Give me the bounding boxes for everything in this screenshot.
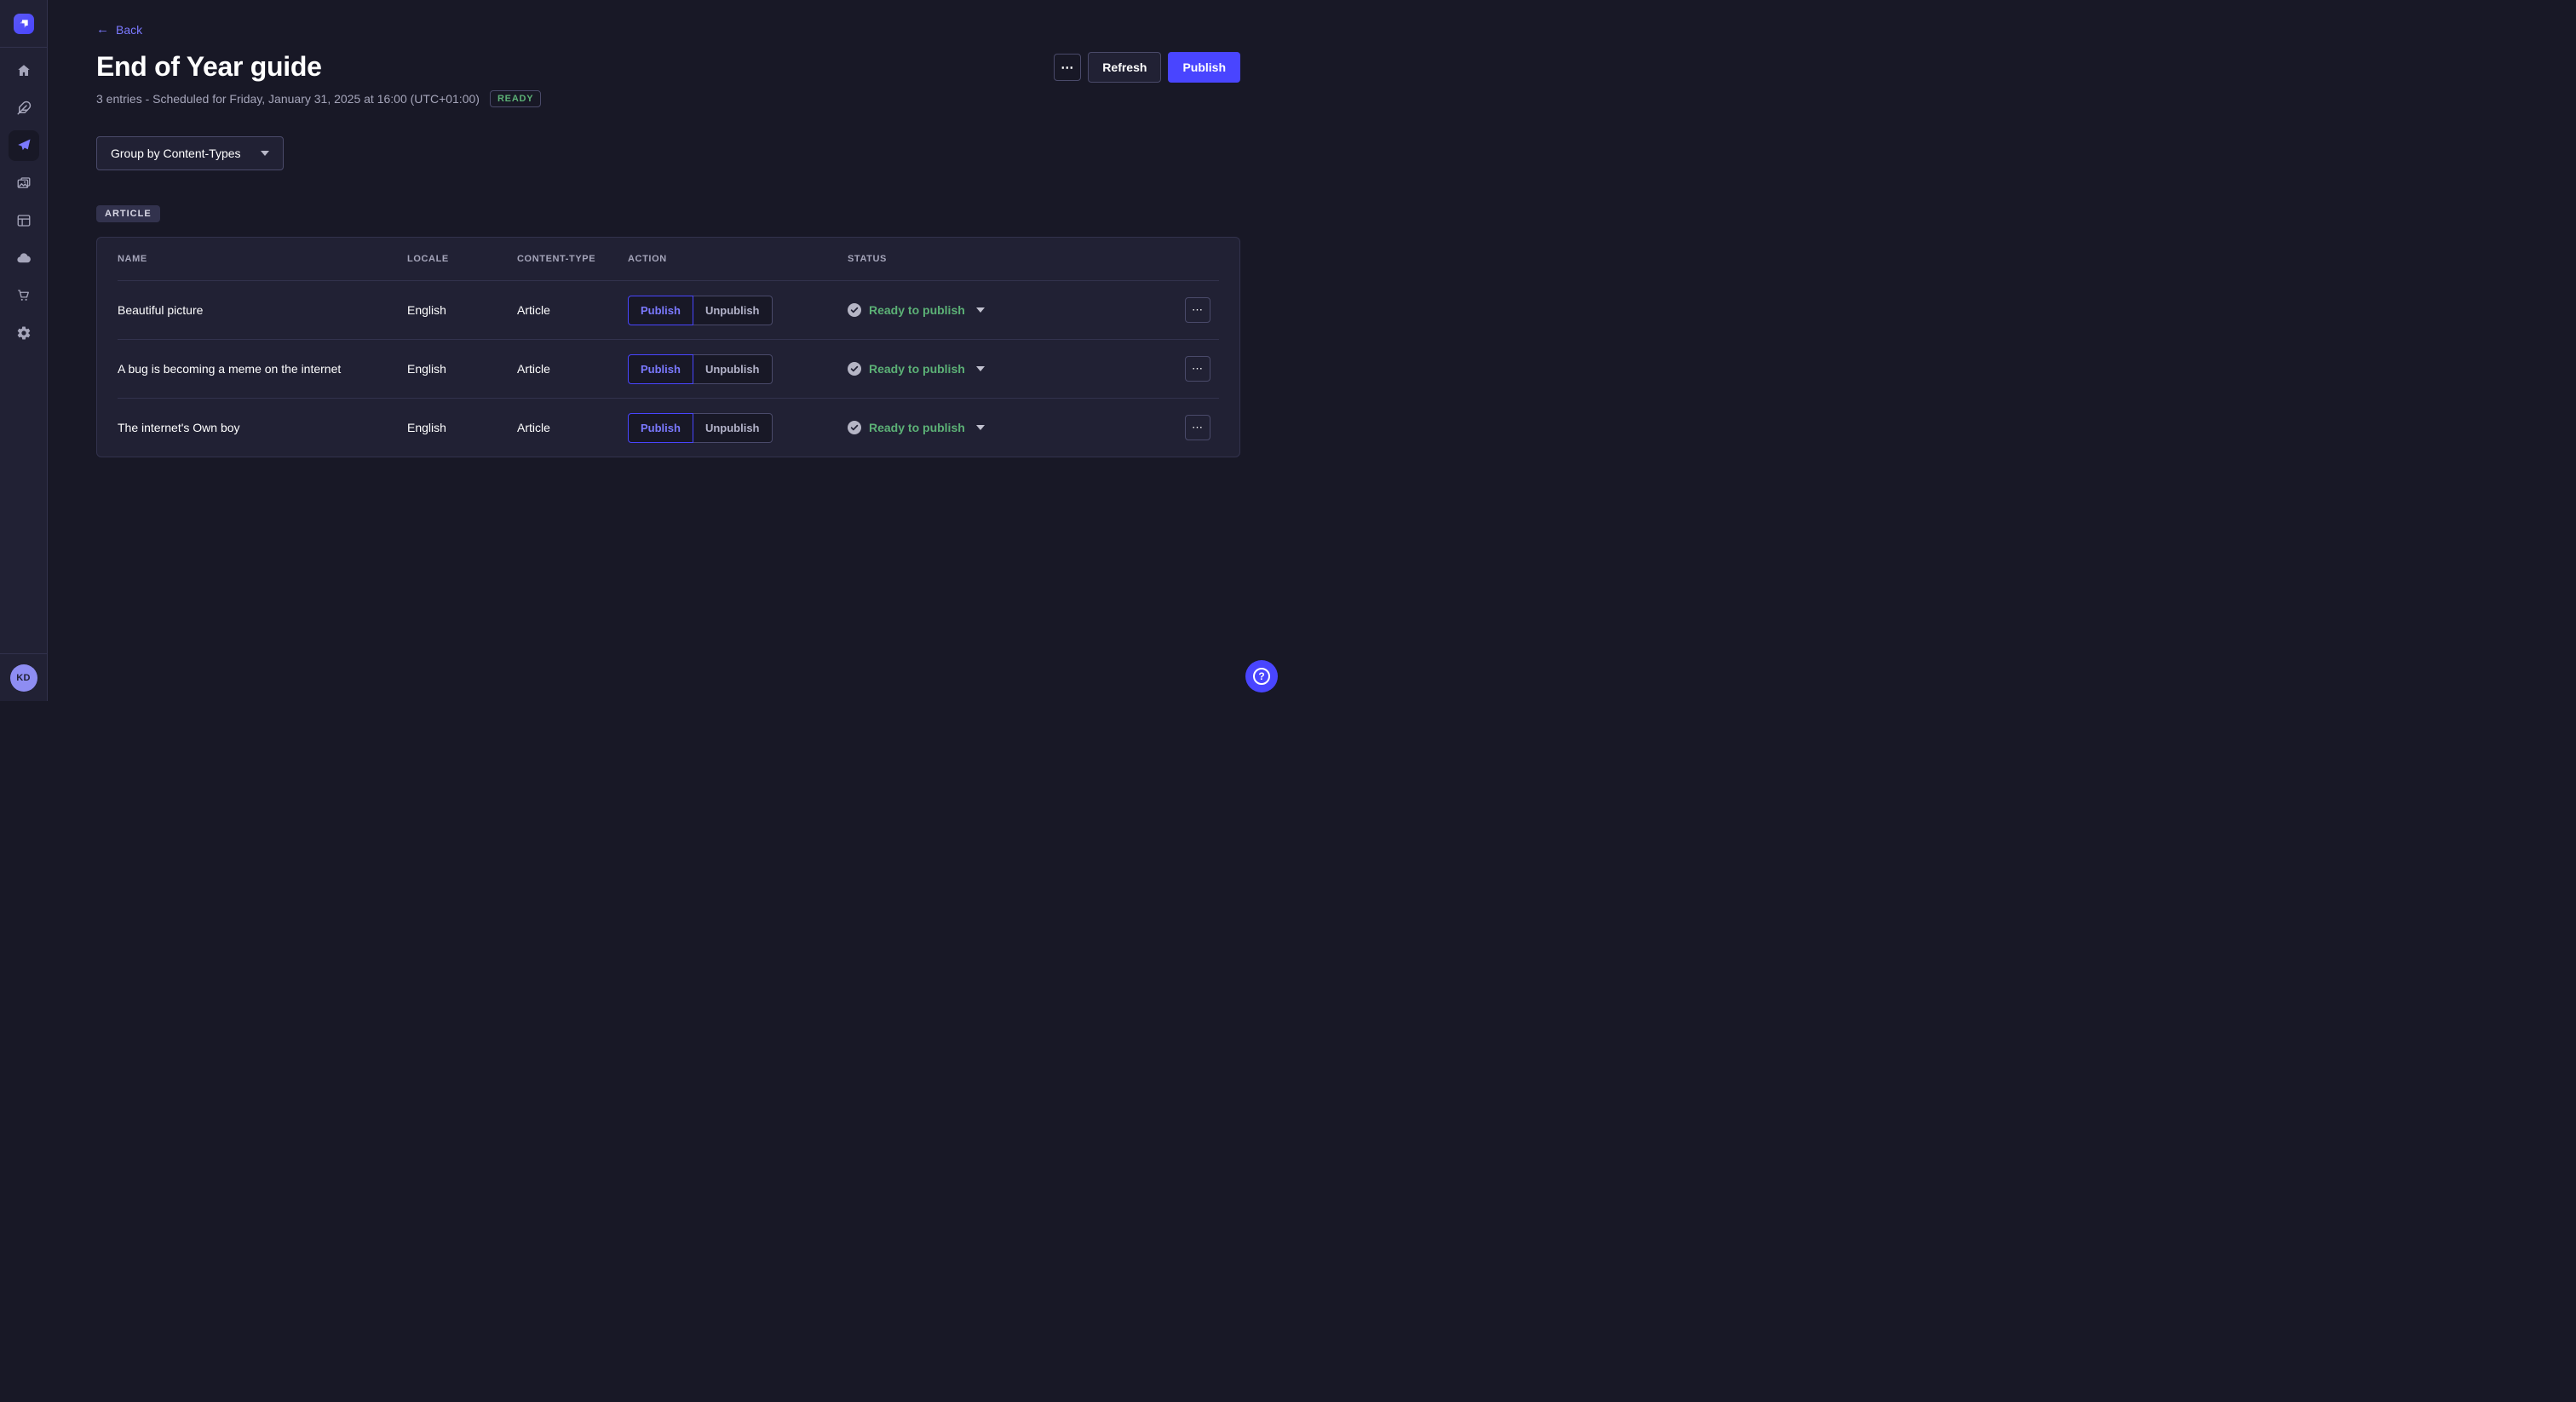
table-row: The internet's Own boy English Article P… xyxy=(118,398,1219,457)
chevron-down-icon xyxy=(976,425,985,430)
release-schedule-subtitle: 3 entries - Scheduled for Friday, Januar… xyxy=(96,92,480,106)
check-circle-icon xyxy=(848,303,861,317)
check-circle-icon xyxy=(848,362,861,376)
column-header-status: STATUS xyxy=(848,254,1185,264)
chevron-down-icon xyxy=(976,366,985,371)
check-circle-icon xyxy=(848,421,861,434)
column-header-name: NAME xyxy=(118,254,407,264)
entry-unpublish-button[interactable]: Unpublish xyxy=(693,413,773,443)
entry-publish-button[interactable]: Publish xyxy=(628,413,693,443)
entry-name: Beautiful picture xyxy=(118,303,407,317)
avatar-container: KD xyxy=(0,653,47,701)
ready-status-badge: READY xyxy=(490,90,542,107)
entry-locale: English xyxy=(407,362,517,376)
page-header: End of Year guide ⋯ Refresh Publish xyxy=(96,51,1240,83)
user-avatar[interactable]: KD xyxy=(10,664,37,692)
feather-icon xyxy=(16,101,32,116)
sidebar-item-content-manager[interactable] xyxy=(9,93,39,124)
back-arrow-icon: ← xyxy=(96,23,109,36)
sidebar-item-home[interactable] xyxy=(9,55,39,86)
gear-icon xyxy=(16,325,32,341)
refresh-button[interactable]: Refresh xyxy=(1088,52,1161,83)
entry-unpublish-button[interactable]: Unpublish xyxy=(693,296,773,325)
entries-table-card: NAME LOCALE CONTENT-TYPE ACTION STATUS B… xyxy=(96,237,1240,457)
content-type-tag: ARTICLE xyxy=(96,205,160,222)
sidebar-item-settings[interactable] xyxy=(9,318,39,348)
entry-status-label: Ready to publish xyxy=(869,421,965,434)
entry-content-type: Article xyxy=(517,303,628,317)
table-row: Beautiful picture English Article Publis… xyxy=(118,280,1219,339)
table-body: Beautiful picture English Article Publis… xyxy=(118,280,1219,457)
entry-status-dropdown[interactable]: Ready to publish xyxy=(848,303,1185,317)
sidebar-item-content-type-builder[interactable] xyxy=(9,205,39,236)
entry-more-button[interactable]: ⋯ xyxy=(1185,356,1210,382)
entry-action-toggle: Publish Unpublish xyxy=(628,354,848,384)
page-title: End of Year guide xyxy=(96,51,322,83)
chevron-down-icon xyxy=(976,307,985,313)
release-more-button[interactable]: ⋯ xyxy=(1054,54,1081,81)
entry-more-button[interactable]: ⋯ xyxy=(1185,297,1210,323)
header-actions: ⋯ Refresh Publish xyxy=(1054,52,1240,83)
logo-container xyxy=(0,0,47,48)
entry-action-toggle: Publish Unpublish xyxy=(628,296,848,325)
entry-publish-button[interactable]: Publish xyxy=(628,354,693,384)
entry-name: A bug is becoming a meme on the internet xyxy=(118,362,407,376)
sidebar-nav xyxy=(9,48,39,355)
sidebar-item-marketplace[interactable] xyxy=(9,280,39,311)
entry-status-label: Ready to publish xyxy=(869,303,965,317)
entry-unpublish-button[interactable]: Unpublish xyxy=(693,354,773,384)
group-by-label: Group by Content-Types xyxy=(111,147,241,160)
column-header-action: ACTION xyxy=(628,254,848,264)
home-icon xyxy=(16,63,32,78)
column-header-content-type: CONTENT-TYPE xyxy=(517,254,628,264)
chevron-down-icon xyxy=(261,151,269,156)
entry-publish-button[interactable]: Publish xyxy=(628,296,693,325)
back-label: Back xyxy=(116,23,142,37)
back-link[interactable]: ← Back xyxy=(96,23,142,37)
strapi-logo-icon[interactable] xyxy=(14,14,34,34)
paper-plane-icon xyxy=(16,138,32,153)
subtitle-row: 3 entries - Scheduled for Friday, Januar… xyxy=(96,90,1240,107)
entry-locale: English xyxy=(407,421,517,434)
entry-content-type: Article xyxy=(517,362,628,376)
entry-content-type: Article xyxy=(517,421,628,434)
entry-action-toggle: Publish Unpublish xyxy=(628,413,848,443)
table-header: NAME LOCALE CONTENT-TYPE ACTION STATUS xyxy=(118,238,1219,280)
sidebar-item-cloud[interactable] xyxy=(9,243,39,273)
group-by-dropdown[interactable]: Group by Content-Types xyxy=(96,136,284,170)
entry-name: The internet's Own boy xyxy=(118,421,407,434)
column-header-locale: LOCALE xyxy=(407,254,517,264)
entry-locale: English xyxy=(407,303,517,317)
table-row: A bug is becoming a meme on the internet… xyxy=(118,339,1219,398)
publish-release-button[interactable]: Publish xyxy=(1168,52,1240,83)
question-mark-icon: ? xyxy=(1253,668,1270,685)
main-content: ← Back End of Year guide ⋯ Refresh Publi… xyxy=(48,0,1288,701)
shopping-cart-icon xyxy=(16,288,32,303)
media-library-icon xyxy=(16,175,32,191)
help-button[interactable]: ? xyxy=(1245,660,1278,692)
entry-status-dropdown[interactable]: Ready to publish xyxy=(848,421,1185,434)
entry-status-label: Ready to publish xyxy=(869,362,965,376)
entry-status-dropdown[interactable]: Ready to publish xyxy=(848,362,1185,376)
layout-icon xyxy=(16,213,32,228)
cloud-icon xyxy=(16,250,32,266)
sidebar-item-media-library[interactable] xyxy=(9,168,39,198)
sidebar: KD xyxy=(0,0,48,701)
entry-more-button[interactable]: ⋯ xyxy=(1185,415,1210,440)
sidebar-item-releases[interactable] xyxy=(9,130,39,161)
group-tag-row: ARTICLE xyxy=(96,205,1240,222)
